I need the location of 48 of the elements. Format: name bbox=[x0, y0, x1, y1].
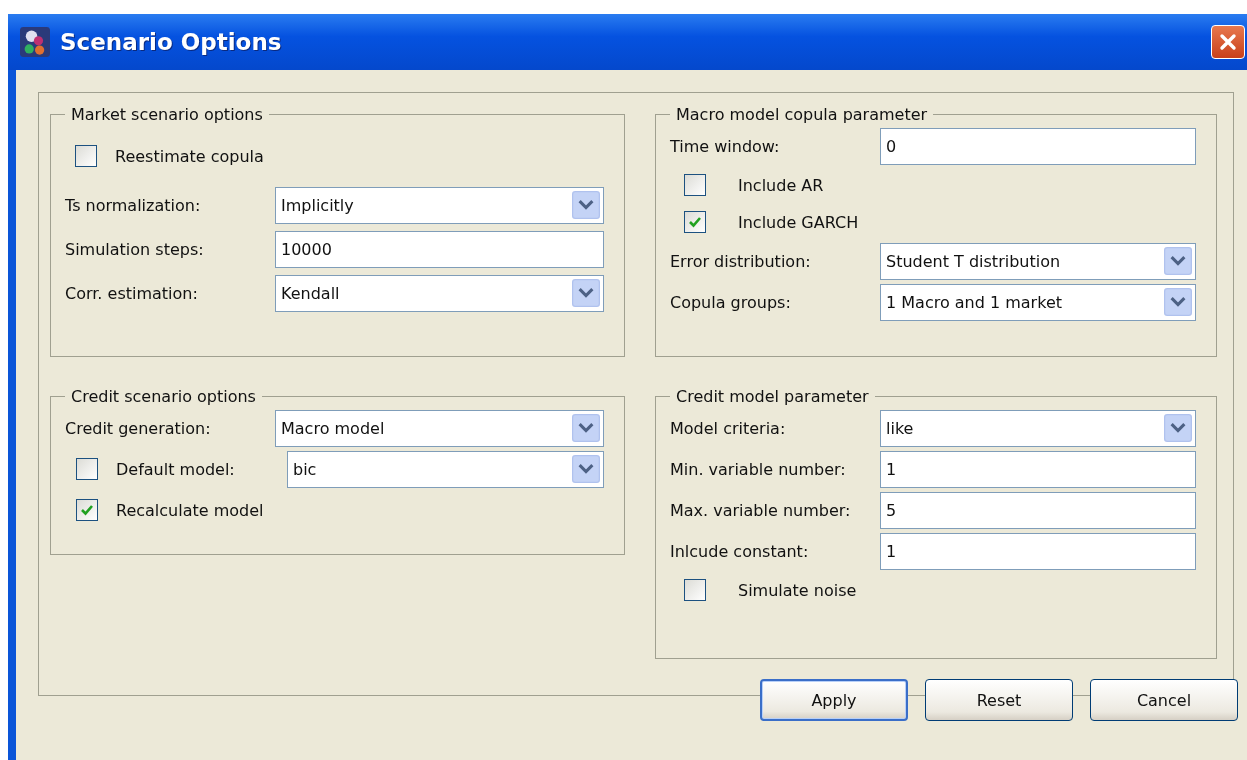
field-label: Corr. estimation: bbox=[65, 283, 199, 303]
group-title: Macro model copula parameter bbox=[675, 105, 929, 124]
field-label: Ts normalization: bbox=[65, 195, 202, 215]
field-label: Min. variable number: bbox=[670, 459, 847, 479]
checkmark-icon bbox=[80, 503, 94, 517]
dropdown[interactable]: Macro model bbox=[275, 409, 604, 447]
close-button[interactable] bbox=[1211, 25, 1245, 59]
dropdown[interactable]: Implicitly bbox=[275, 186, 604, 224]
input-field[interactable]: 0 bbox=[880, 127, 1196, 165]
checkbox-label: Include GARCH bbox=[738, 212, 859, 232]
field-label: Inlcude constant: bbox=[670, 541, 810, 561]
checkbox[interactable] bbox=[76, 499, 98, 521]
dropdown[interactable]: bic bbox=[287, 450, 604, 488]
checkbox-label: Include AR bbox=[738, 175, 824, 195]
checkbox[interactable] bbox=[76, 458, 98, 480]
checkbox-label: Reestimate copula bbox=[115, 146, 264, 166]
field-label: Max. variable number: bbox=[670, 500, 852, 520]
dropdown[interactable]: Kendall bbox=[275, 274, 604, 312]
dialog-button[interactable]: Apply bbox=[760, 679, 908, 721]
dialog-button[interactable]: Reset bbox=[925, 679, 1073, 721]
group-title: Credit scenario options bbox=[70, 387, 257, 406]
checkbox-label: Simulate noise bbox=[738, 580, 857, 600]
field-label: Simulation steps: bbox=[65, 239, 205, 259]
field-label: Error distribution: bbox=[670, 251, 812, 271]
app-icon bbox=[20, 27, 50, 57]
checkbox[interactable] bbox=[684, 174, 706, 196]
checkbox[interactable] bbox=[75, 145, 97, 167]
group-title: Credit model parameter bbox=[675, 387, 870, 406]
group-title: Market scenario options bbox=[70, 105, 264, 124]
dropdown[interactable]: Student T distribution bbox=[880, 242, 1196, 280]
field-label: Time window: bbox=[670, 136, 781, 156]
dialog-button[interactable]: Cancel bbox=[1090, 679, 1238, 721]
field-label: Copula groups: bbox=[670, 292, 792, 312]
checkbox-label: Recalculate model bbox=[116, 500, 264, 520]
field-label: Model criteria: bbox=[670, 418, 787, 438]
input-field[interactable]: 10000 bbox=[275, 230, 604, 268]
checkmark-icon bbox=[688, 215, 702, 229]
close-icon bbox=[1218, 32, 1238, 52]
dropdown[interactable]: like bbox=[880, 409, 1196, 447]
checkbox[interactable] bbox=[684, 579, 706, 601]
checkbox-label: Default model: bbox=[116, 459, 236, 479]
field-label: Credit generation: bbox=[65, 418, 212, 438]
input-field[interactable]: 1 bbox=[880, 532, 1196, 570]
input-field[interactable]: 5 bbox=[880, 491, 1196, 529]
input-field[interactable]: 1 bbox=[880, 450, 1196, 488]
window-title: Scenario Options bbox=[60, 29, 283, 55]
checkbox[interactable] bbox=[684, 211, 706, 233]
dropdown[interactable]: 1 Macro and 1 market bbox=[880, 283, 1196, 321]
